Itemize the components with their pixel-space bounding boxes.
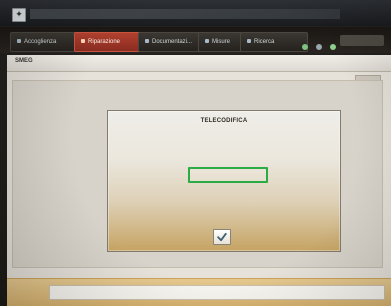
tab-icon (205, 39, 209, 44)
tab-label: Ricerca (254, 39, 275, 45)
confirm-button[interactable] (213, 229, 231, 245)
window-title: SMEG (15, 58, 33, 64)
network-icon (330, 43, 337, 50)
tab-label: Accoglienza (24, 39, 57, 45)
sync-icon (316, 43, 323, 50)
telecodifica-dialog: TELECODIFICA (107, 110, 341, 252)
tab-misure[interactable]: Misure (198, 32, 246, 52)
bottom-input-field[interactable] (49, 285, 385, 300)
status-icons (302, 36, 339, 50)
tab-icon (145, 39, 149, 44)
dialog-title: TELECODIFICA (200, 118, 248, 124)
tab-label: Riparazione (88, 39, 121, 45)
title-bar: ✦ (0, 0, 391, 26)
tab-label: Documentazi... (152, 39, 193, 45)
code-input-field[interactable] (188, 167, 268, 183)
tab-ricerca[interactable]: Ricerca (240, 32, 308, 52)
tab-icon (247, 39, 251, 44)
status-chip (340, 35, 384, 46)
application-icon: ✦ (12, 8, 26, 22)
check-icon (217, 232, 227, 242)
tab-icon (81, 39, 85, 44)
tab-label: Misure (212, 39, 231, 45)
title-bar-strip (30, 9, 340, 19)
tab-accoglienza[interactable]: Accoglienza (10, 32, 78, 52)
tab-riparazione[interactable]: Riparazione (74, 32, 142, 52)
connection-icon (302, 43, 308, 50)
window-header: SMEG (7, 55, 391, 72)
screen: ✦ Accoglienza Riparazione Documentazi...… (0, 0, 391, 306)
application-window: SMEG TELECODIFICA (7, 55, 391, 306)
bottom-bar (7, 278, 391, 306)
tab-icon (17, 39, 21, 44)
